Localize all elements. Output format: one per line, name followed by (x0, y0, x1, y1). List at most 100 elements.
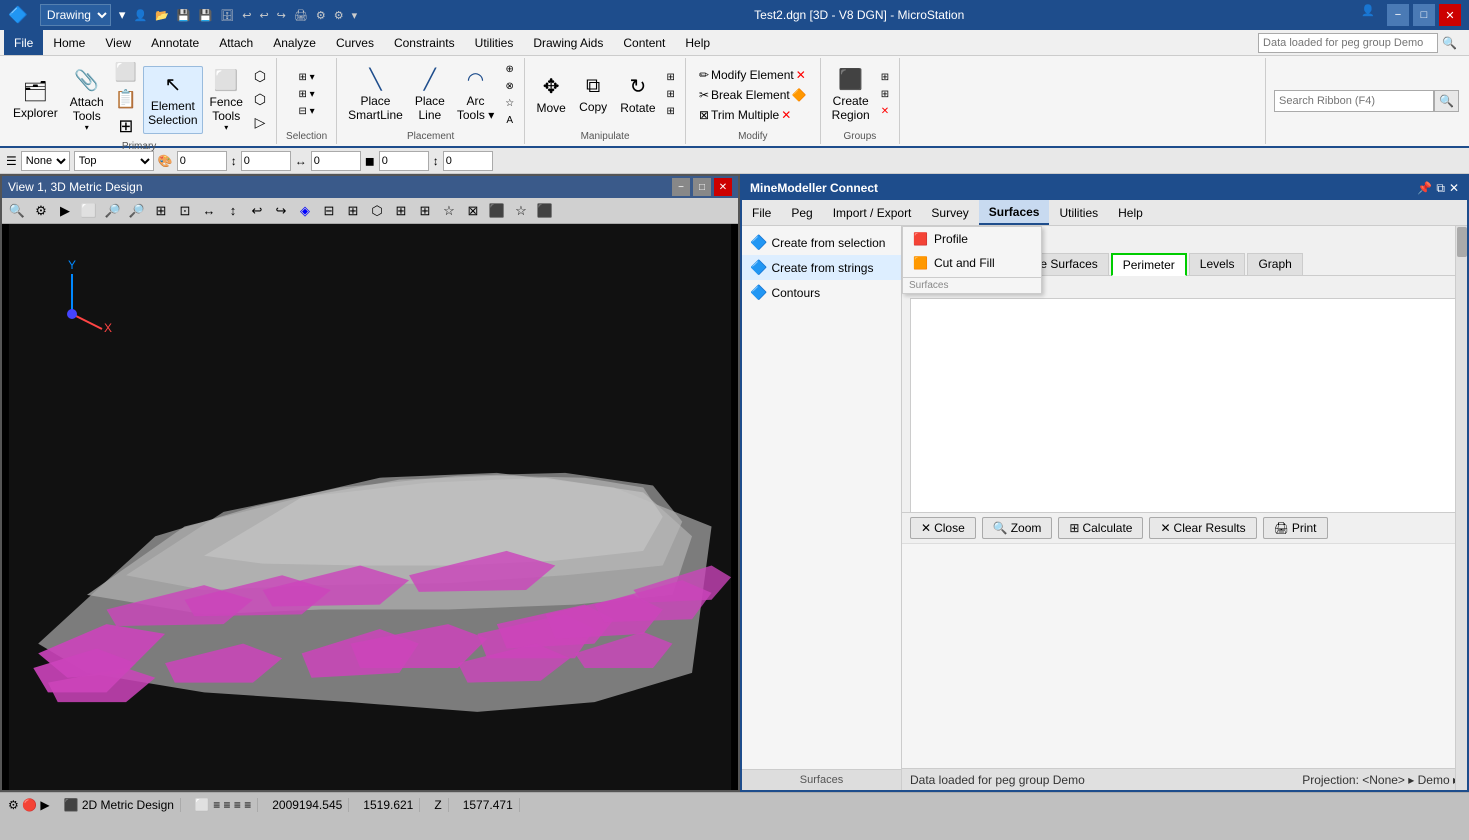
view-select[interactable]: Top (74, 151, 154, 171)
mm-pin-btn[interactable]: 📌 (1417, 181, 1432, 196)
place-line-button[interactable]: ╱ PlaceLine (410, 61, 450, 129)
vt-btn-12[interactable]: ↪ (270, 200, 292, 222)
expand-icon[interactable]: ▾ (119, 7, 126, 23)
save2-icon[interactable]: 💾 (199, 9, 213, 22)
vt-btn-7[interactable]: ⊞ (150, 200, 172, 222)
save-icon[interactable]: 💾 (177, 9, 191, 22)
menu-item-home[interactable]: Home (43, 30, 95, 55)
mm-menu-utilities[interactable]: Utilities (1049, 200, 1108, 225)
fence-tools-button[interactable]: ⬜ FenceTools ▾ (205, 66, 248, 134)
menu-item-constraints[interactable]: Constraints (384, 30, 465, 55)
sel-btn-3[interactable]: ⊟ ▾ (292, 104, 322, 119)
tab-perimeter[interactable]: Perimeter (1111, 253, 1187, 276)
create-region-button[interactable]: ⬛ CreateRegion (827, 61, 875, 129)
small-btn-4[interactable]: ⬡ (250, 66, 270, 87)
menu-item-drawing-aids[interactable]: Drawing Aids (523, 30, 613, 55)
manip-sm-1[interactable]: ⊞ (663, 70, 679, 85)
redo-icon[interactable]: ↪ (277, 9, 286, 22)
folder-open-icon[interactable]: 📂 (155, 9, 169, 22)
small-btn-5[interactable]: ⬡ (250, 89, 270, 110)
scrollbar[interactable] (1455, 226, 1467, 790)
vt-btn-15[interactable]: ⊞ (342, 200, 364, 222)
sidebar-item-contours[interactable]: 🔷 Contours (742, 280, 901, 305)
small-btn-2[interactable]: 📋 (111, 87, 141, 112)
maximize-button[interactable]: □ (1413, 4, 1435, 26)
trim-multiple-btn[interactable]: ⊠ Trim Multiple ✕ (692, 106, 814, 124)
tools-icon[interactable]: ⚙ (316, 9, 326, 22)
close-button[interactable]: ✕ (1439, 4, 1461, 26)
small-btn-3[interactable]: ⊞ (111, 114, 141, 139)
undo2-icon[interactable]: ↩ (259, 9, 268, 22)
vt-btn-6[interactable]: 🔎 (126, 200, 148, 222)
coord-y-input[interactable] (241, 151, 291, 171)
arc-tools-button[interactable]: ◠ ArcTools ▾ (452, 61, 499, 129)
mm-menu-peg[interactable]: Peg (781, 200, 822, 225)
mm-undock-btn[interactable]: ⧉ (1436, 181, 1445, 196)
tab-graph[interactable]: Graph (1247, 253, 1302, 275)
submenu-cut-and-fill[interactable]: 🟧 Cut and Fill (903, 251, 1041, 275)
groups-sm-3[interactable]: ✕ (877, 104, 893, 119)
menu-item-view[interactable]: View (95, 30, 141, 55)
place-sm-3[interactable]: ☆ (501, 96, 518, 111)
close-button[interactable]: ✕ Close (910, 517, 976, 539)
vt-btn-1[interactable]: 🔍 (6, 200, 28, 222)
vt-btn-9[interactable]: ↔ (198, 200, 220, 222)
menu-item-attach[interactable]: Attach (209, 30, 263, 55)
clear-results-button[interactable]: ✕ Clear Results (1149, 517, 1256, 539)
menu-item-file[interactable]: File (4, 30, 43, 55)
vt-btn-18[interactable]: ⊞ (414, 200, 436, 222)
small-btn-6[interactable]: ▷ (250, 112, 270, 133)
rotate-button[interactable]: ↻ Rotate (615, 61, 660, 129)
mm-menu-survey[interactable]: Survey (921, 200, 978, 225)
minimize-button[interactable]: − (1387, 4, 1409, 26)
small-btn-1[interactable]: ⬜ (111, 60, 141, 85)
viewport-canvas[interactable]: Y X (2, 224, 738, 790)
break-element-btn[interactable]: ✂ Break Element 🔶 (692, 86, 814, 104)
vt-btn-22[interactable]: ☆ (510, 200, 532, 222)
explorer-button[interactable]: 🗂 Explorer (8, 66, 63, 134)
coord-v-input[interactable] (443, 151, 493, 171)
vt-btn-8[interactable]: ⊡ (174, 200, 196, 222)
vt-btn-16[interactable]: ⬡ (366, 200, 388, 222)
tab-levels[interactable]: Levels (1189, 253, 1246, 275)
viewport-maximize-btn[interactable]: □ (693, 178, 711, 196)
place-sm-4[interactable]: A (501, 113, 518, 128)
save3-icon[interactable]: 🗄 (220, 9, 234, 22)
undo-icon[interactable]: ↩ (242, 9, 251, 22)
mm-menu-import-export[interactable]: Import / Export (823, 200, 922, 225)
profile-icon[interactable]: 👤 (133, 9, 147, 22)
sidebar-item-create-from-strings[interactable]: 🔷 Create from strings (742, 255, 901, 280)
vt-btn-17[interactable]: ⊞ (390, 200, 412, 222)
drawing-mode-select[interactable]: Drawing (40, 4, 111, 26)
vt-btn-20[interactable]: ⊠ (462, 200, 484, 222)
ribbon-search-button[interactable]: 🔍 (1434, 90, 1459, 112)
viewport-minimize-btn[interactable]: − (672, 178, 690, 196)
vt-btn-11[interactable]: ↩ (246, 200, 268, 222)
vt-btn-19[interactable]: ☆ (438, 200, 460, 222)
submenu-profile[interactable]: 🟥 Profile (903, 227, 1041, 251)
vt-btn-4[interactable]: ⬜ (78, 200, 100, 222)
sidebar-item-create-from-selection[interactable]: 🔷 Create from selection (742, 230, 901, 255)
vt-btn-5[interactable]: 🔎 (102, 200, 124, 222)
vt-btn-14[interactable]: ⊟ (318, 200, 340, 222)
groups-sm-1[interactable]: ⊞ (877, 70, 893, 85)
mm-menu-surfaces[interactable]: Surfaces (979, 200, 1050, 225)
coord-z-input[interactable] (311, 151, 361, 171)
menu-item-analyze[interactable]: Analyze (263, 30, 326, 55)
sel-btn-1[interactable]: ⊞ ▾ (292, 70, 322, 85)
modify-element-btn[interactable]: ✏ Modify Element ✕ (692, 66, 814, 84)
place-sm-1[interactable]: ⊕ (501, 62, 518, 77)
perimeter-element-area[interactable] (910, 298, 1459, 512)
menu-item-utilities[interactable]: Utilities (465, 30, 524, 55)
vt-btn-23[interactable]: ⬛ (534, 200, 556, 222)
move-button[interactable]: ✥ Move (531, 61, 571, 129)
viewport-close-btn[interactable]: ✕ (714, 178, 732, 196)
search-input[interactable] (1258, 33, 1438, 53)
zoom-button[interactable]: 🔍 Zoom (982, 517, 1053, 539)
vt-btn-21[interactable]: ⬛ (486, 200, 508, 222)
attach-tools-button[interactable]: 📎 AttachTools ▾ (65, 66, 109, 134)
vt-btn-3[interactable]: ▶ (54, 200, 76, 222)
sel-btn-2[interactable]: ⊞ ▾ (292, 87, 322, 102)
settings-icon[interactable]: ⚙ (334, 9, 344, 22)
print-icon[interactable]: 🖨 (294, 9, 308, 22)
